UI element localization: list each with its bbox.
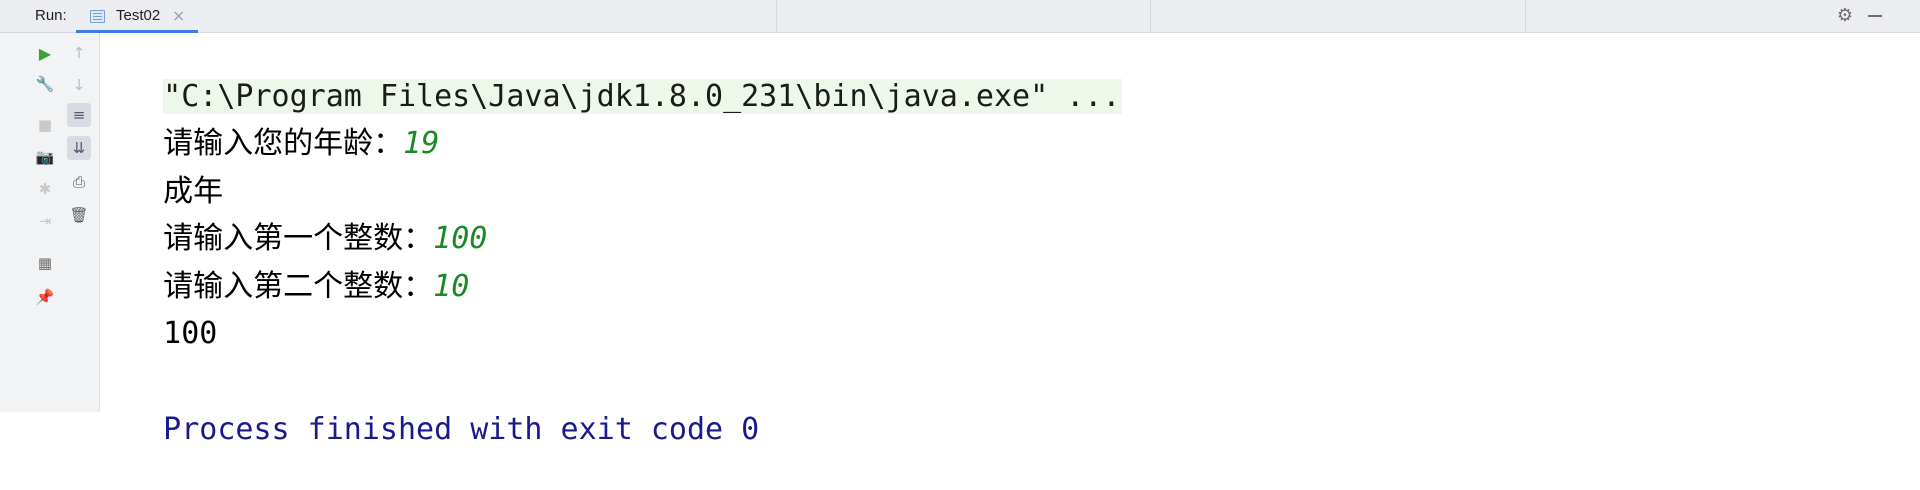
run-actions-toolbar: ▶ 🔧 ■ 📷 ✱ ⇥ ▦ 📌 bbox=[28, 33, 62, 412]
run-label: Run: bbox=[35, 7, 67, 24]
exit-icon[interactable]: ⇥ bbox=[33, 209, 57, 233]
print-icon[interactable]: ⎙ bbox=[67, 170, 91, 194]
up-arrow-icon[interactable]: ↑ bbox=[67, 41, 91, 65]
console-line-result: 100 bbox=[125, 274, 217, 351]
trash-icon[interactable]: 🗑 bbox=[67, 203, 91, 227]
stop-icon[interactable]: ■ bbox=[33, 113, 57, 137]
rerun-icon[interactable]: ▶ bbox=[33, 41, 57, 65]
header-divider bbox=[1525, 0, 1526, 33]
user-input-value: 19 bbox=[403, 126, 440, 161]
debug-icon[interactable]: ✱ bbox=[33, 177, 57, 201]
console-output[interactable]: "C:\Program Files\Java\jdk1.8.0_231\bin\… bbox=[101, 33, 1920, 447]
tab-test02[interactable]: Test02 × bbox=[76, 0, 198, 33]
header-divider bbox=[776, 0, 777, 33]
run-tool-window-header: Run: Test02 × ⚙ bbox=[0, 0, 1920, 33]
camera-icon[interactable]: 📷 bbox=[33, 145, 57, 169]
left-edge bbox=[0, 33, 28, 412]
close-tab-icon[interactable]: × bbox=[172, 6, 185, 25]
pin-icon[interactable]: 📌 bbox=[33, 285, 57, 309]
user-input-value: 10 bbox=[433, 269, 470, 304]
console-line-exit: Process finished with exit code 0 bbox=[125, 370, 759, 447]
console-actions-toolbar: ↑ ↓ ≡ ⇊ ⎙ 🗑 bbox=[62, 33, 100, 412]
header-divider bbox=[1150, 0, 1151, 33]
console-line-age: 请输入您的年龄：19 bbox=[125, 84, 439, 161]
console-line-second-int: 请输入第二个整数：10 bbox=[125, 227, 469, 304]
gear-icon[interactable]: ⚙ bbox=[1835, 6, 1855, 26]
command-line: "C:\Program Files\Java\jdk1.8.0_231\bin\… bbox=[125, 37, 1123, 114]
tab-label: Test02 bbox=[116, 7, 161, 24]
console-line-adult: 成年 bbox=[125, 132, 223, 209]
exit-message: Process finished with exit code 0 bbox=[163, 412, 760, 447]
output-text: 100 bbox=[163, 316, 218, 351]
soft-wrap-icon[interactable]: ≡ bbox=[67, 103, 91, 127]
run-config-icon bbox=[90, 10, 105, 23]
down-arrow-icon[interactable]: ↓ bbox=[67, 73, 91, 97]
layout-icon[interactable]: ▦ bbox=[33, 251, 57, 275]
wrench-icon[interactable]: 🔧 bbox=[33, 72, 57, 96]
console-line-first-int: 请输入第一个整数：100 bbox=[125, 179, 487, 256]
scroll-to-end-icon[interactable]: ⇊ bbox=[67, 136, 91, 160]
minimize-icon[interactable] bbox=[1868, 15, 1882, 17]
